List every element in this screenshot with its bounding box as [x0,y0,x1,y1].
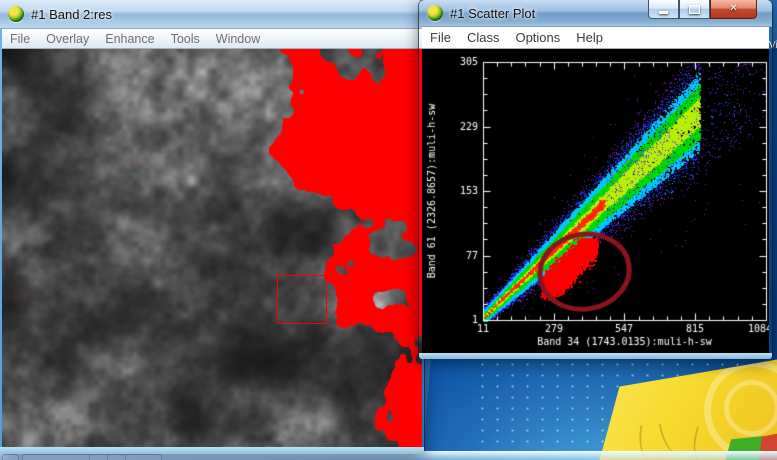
band-window-title: #1 Band 2:res [31,6,112,22]
scatter-window-title: #1 Scatter Plot [450,5,536,21]
minimize-button[interactable] [648,0,679,19]
scatter-window-titlebar[interactable]: #1 Scatter Plot ✕ [419,0,772,27]
band-image-canvas[interactable] [2,49,422,447]
maximize-button[interactable] [679,0,710,19]
scatter-plot-area[interactable] [422,49,769,353]
taskbar-separator [89,455,90,460]
wallpaper-yellow-pane [599,359,777,460]
scatter-window-menubar: File Class Options Help [422,27,769,49]
band-window-titlebar[interactable]: #1 Band 2:res [0,0,424,29]
menu-item-file[interactable]: File [422,30,459,45]
scatter-plot-window: #1 Scatter Plot ✕ File Class Options Hel… [419,0,772,359]
band-window-border [0,447,424,454]
close-button[interactable]: ✕ [710,0,757,19]
band-window-menubar: File Overlay Enhance Tools Window [2,29,422,49]
taskbar-separator [107,455,108,460]
minimize-icon [659,11,668,14]
menu-item-class[interactable]: Class [459,30,508,45]
desktop: Vi #1 Band 2:res File Overlay Enhance To… [0,0,777,460]
menu-item-file[interactable]: File [2,32,38,46]
menu-item-window[interactable]: Window [208,32,268,46]
menu-item-enhance[interactable]: Enhance [97,32,162,46]
menu-item-tools[interactable]: Tools [163,32,208,46]
app-icon [427,5,443,21]
swirl-ring-icon [704,360,777,460]
close-icon: ✕ [729,3,738,14]
scatter-canvas[interactable] [422,49,769,353]
scatter-window-border [419,353,772,359]
swirl-ring-icon [724,380,777,436]
band-image-display[interactable] [2,49,422,447]
menu-item-help[interactable]: Help [568,30,611,45]
start-button[interactable] [2,454,19,460]
menu-item-options[interactable]: Options [507,30,568,45]
band-image-window: #1 Band 2:res File Overlay Enhance Tools… [0,0,424,454]
menu-item-overlay[interactable]: Overlay [38,32,97,46]
image-roi-box [277,275,327,324]
taskbar-separator [125,455,126,460]
app-icon [8,6,24,22]
maximize-icon [689,4,700,14]
window-controls: ✕ [648,0,757,19]
taskbar-button-group[interactable] [22,454,162,460]
